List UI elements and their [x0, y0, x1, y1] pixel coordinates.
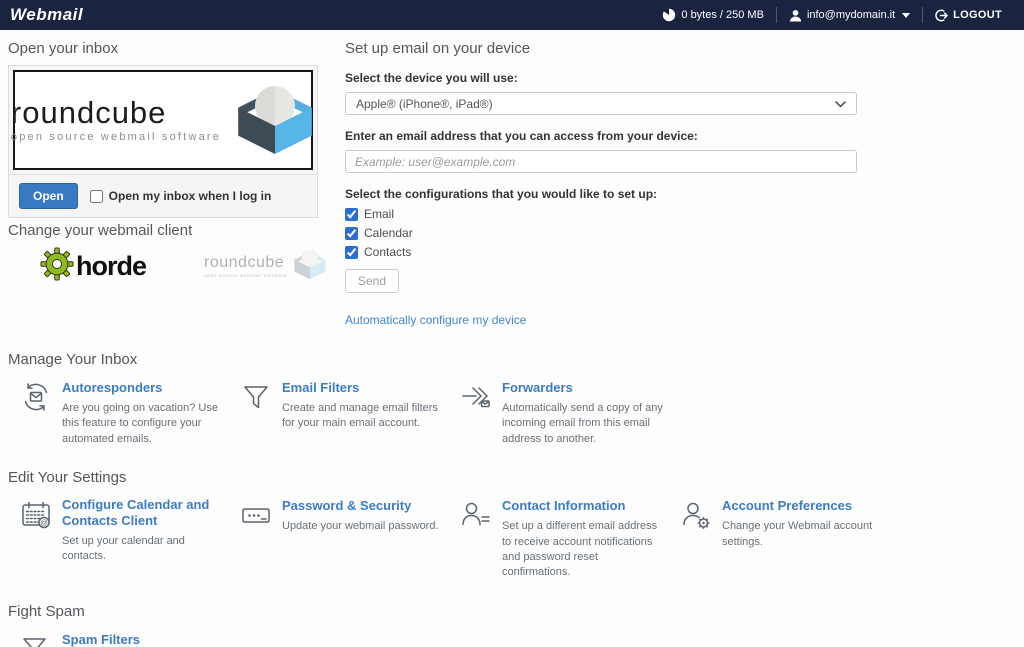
feature-title-link[interactable]: Autoresponders [62, 380, 162, 396]
roundcube-wordmark: roundcube open source webmail software [11, 97, 221, 143]
config-contacts-label: Contacts [364, 245, 412, 259]
feature-description: Update your webmail password. [282, 520, 439, 533]
open-on-login-checkbox[interactable] [89, 189, 103, 203]
feature-calendar-contacts: @ Configure Calendar and Contacts Client… [8, 497, 228, 581]
setup-device-heading: Set up email on your device [345, 40, 531, 57]
config-calendar-checkbox[interactable] [345, 226, 358, 240]
feature-password-security: Password & Security Update your webmail … [228, 497, 448, 581]
section-heading: Edit Your Settings [8, 469, 127, 487]
roundcube-cube-icon [235, 77, 315, 164]
horde-gear-icon [40, 247, 74, 286]
feature-spam-filters: ! Spam Filters Filter unwanted spam emai… [8, 631, 228, 647]
device-select-label: Select the device you will use: [345, 71, 518, 85]
funnel-alert-icon: ! [20, 631, 54, 647]
webmail-brand-logo[interactable]: Webmail [10, 5, 83, 25]
logout-button[interactable]: LOGOUT [923, 0, 1014, 30]
device-select[interactable]: Apple® (iPhone®, iPad®) [345, 92, 857, 115]
feature-email-filters: Email Filters Create and manage email fi… [228, 379, 448, 447]
section-heading: Manage Your Inbox [8, 351, 138, 368]
person-gear-icon [680, 497, 714, 536]
roundcube-name: roundcube [10, 95, 167, 130]
pie-chart-icon [662, 8, 676, 22]
horde-wordmark: horde [76, 251, 147, 281]
autoresponder-loop-envelope-icon [20, 379, 54, 418]
roundcube-client-logo[interactable]: roundcube open source webmail software [204, 247, 327, 286]
config-select-label: Select the configurations that you would… [345, 187, 658, 201]
auto-configure-link[interactable]: Automatically configure my device [345, 313, 526, 327]
section-heading: Fight Spam [8, 602, 85, 620]
feature-description: Are you going on vacation? Use this feat… [62, 402, 218, 445]
feature-description: Create and manage email filters for your… [282, 402, 438, 430]
open-inbox-button[interactable]: Open [19, 183, 78, 209]
roundcube-small-name: roundcube [204, 254, 285, 271]
roundcube-subtitle: open source webmail software [10, 131, 222, 143]
forward-arrow-envelope-icon [460, 379, 494, 418]
feature-autoresponders: Autoresponders Are you going on vacation… [8, 379, 228, 447]
password-field-icon [240, 497, 274, 536]
chevron-down-icon [835, 97, 846, 111]
person-lines-icon [460, 497, 494, 536]
inbox-card: roundcube open source webmail software O… [8, 65, 318, 218]
logout-icon [935, 9, 948, 22]
feature-title-link[interactable]: Spam Filters [62, 632, 140, 647]
email-input-label: Enter an email address that you can acce… [345, 129, 698, 143]
calendar-at-icon: @ [20, 497, 54, 536]
user-email: info@mydomain.it [806, 9, 896, 21]
feature-description: Set up a different email address to rece… [502, 520, 658, 579]
roundcube-small-subtitle: open source webmail software [204, 273, 288, 278]
person-icon [789, 9, 802, 22]
config-email-label: Email [364, 207, 395, 221]
change-client-heading: Change your webmail client [8, 222, 193, 239]
feature-contact-information: Contact Information Set up a different e… [448, 497, 668, 581]
funnel-icon [240, 379, 274, 418]
email-input[interactable] [345, 150, 857, 173]
open-on-login-label: Open my inbox when I log in [108, 189, 272, 203]
chevron-down-icon [902, 12, 911, 18]
section-manage-inbox: Manage Your Inbox Autoresponders Are you [8, 351, 1016, 447]
open-inbox-heading: Open your inbox [8, 40, 119, 57]
roundcube-logo-banner[interactable]: roundcube open source webmail software [11, 70, 315, 170]
quota-text: 0 bytes / 250 MB [681, 9, 764, 21]
section-fight-spam: Fight Spam ! Spam Filters Filter unwante… [8, 603, 1016, 647]
horde-client-logo[interactable]: horde [40, 247, 147, 286]
webmail-client-row: horde roundcube open source webmail soft… [8, 247, 326, 286]
feature-title-link[interactable]: Contact Information [502, 498, 626, 514]
feature-account-preferences: Account Preferences Change your Webmail … [668, 497, 888, 581]
feature-title-link[interactable]: Account Preferences [722, 498, 852, 514]
svg-text:@: @ [40, 518, 48, 527]
feature-title-link[interactable]: Email Filters [282, 380, 359, 396]
feature-title-link[interactable]: Configure Calendar and Contacts Client [62, 497, 228, 528]
inbox-card-footer: Open Open my inbox when I log in [9, 174, 317, 217]
user-menu[interactable]: info@mydomain.it [777, 0, 922, 30]
config-calendar-label: Calendar [364, 226, 413, 240]
config-list: Email Calendar Contacts [345, 207, 857, 259]
feature-forwarders: Forwarders Automatically send a copy of … [448, 379, 668, 447]
device-select-value: Apple® (iPhone®, iPad®) [356, 96, 493, 111]
send-button[interactable]: Send [345, 269, 400, 293]
roundcube-small-cube-icon [293, 247, 327, 286]
logout-label: LOGOUT [953, 9, 1002, 21]
feature-description: Change your Webmail account settings. [722, 520, 873, 548]
config-contacts-checkbox[interactable] [345, 245, 358, 259]
top-bar: Webmail 0 bytes / 250 MB info@mydomain.i… [0, 0, 1024, 30]
feature-description: Automatically send a copy of any incomin… [502, 402, 663, 445]
feature-description: Set up your calendar and contacts. [62, 534, 185, 563]
quota-indicator[interactable]: 0 bytes / 250 MB [650, 0, 776, 30]
feature-title-link[interactable]: Password & Security [282, 498, 411, 514]
section-edit-settings: Edit Your Settings @ Configure Calendar … [8, 469, 1016, 581]
config-email-checkbox[interactable] [345, 207, 358, 221]
feature-title-link[interactable]: Forwarders [502, 380, 573, 396]
